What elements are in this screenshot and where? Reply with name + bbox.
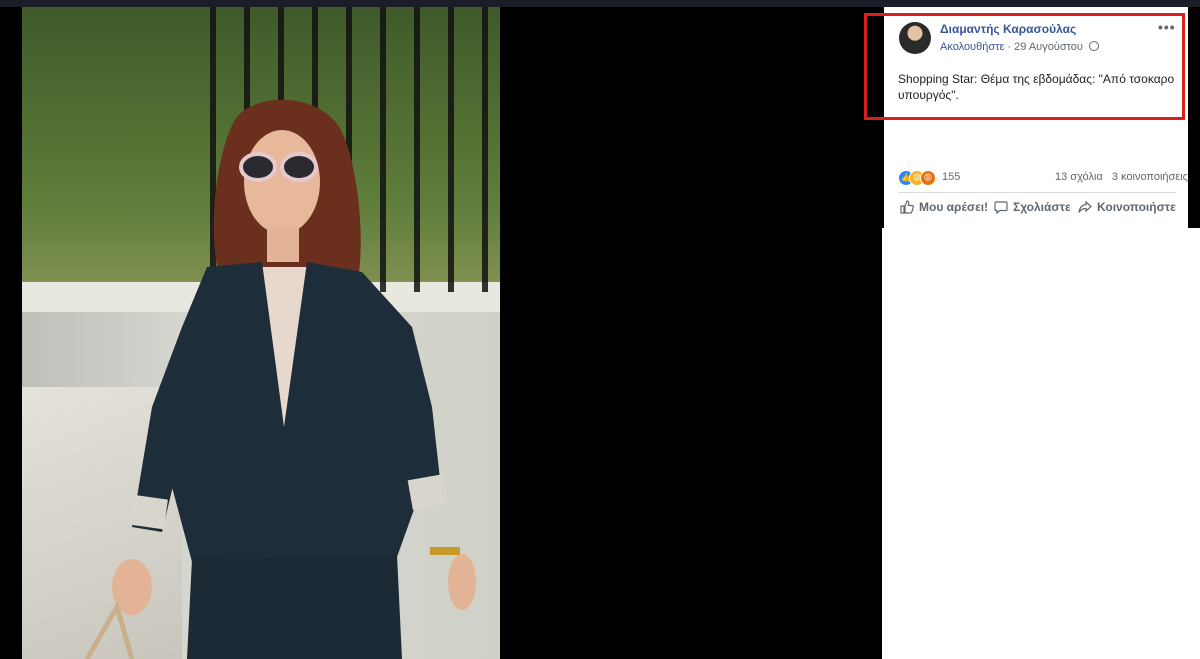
woman-figure [84,99,476,659]
like-button-label: Μου αρέσει! [919,200,989,214]
comment-button[interactable]: Σχολιάστε [994,200,1071,214]
reaction-count[interactable]: 155 [942,171,960,183]
thumbs-up-icon [900,200,914,214]
caption-highlight-box [864,13,1185,120]
shares-count[interactable]: 3 κοινοποιήσεις [1112,171,1188,183]
like-button[interactable]: Μου αρέσει! [900,200,988,214]
post-photo[interactable] [22,7,500,659]
panel-blank-area [882,228,1200,659]
share-arrow-icon [1078,200,1092,213]
comment-icon [994,201,1008,214]
share-button-label: Κοινοποιήστε [1097,200,1176,214]
post-actions: Μου αρέσει! Σχολιάστε Κοινοποιήστε [898,200,1178,220]
comment-button-label: Σχολιάστε [1013,200,1071,214]
engagement-stats: 13 σχόλια 3 κοινοποιήσεις [1055,171,1188,183]
top-bar [0,0,1200,7]
comments-count[interactable]: 13 σχόλια [1055,171,1103,183]
actions-divider [898,192,1176,193]
share-button[interactable]: Κοινοποιήστε [1078,200,1176,214]
angry-icon: 😡 [920,170,936,186]
